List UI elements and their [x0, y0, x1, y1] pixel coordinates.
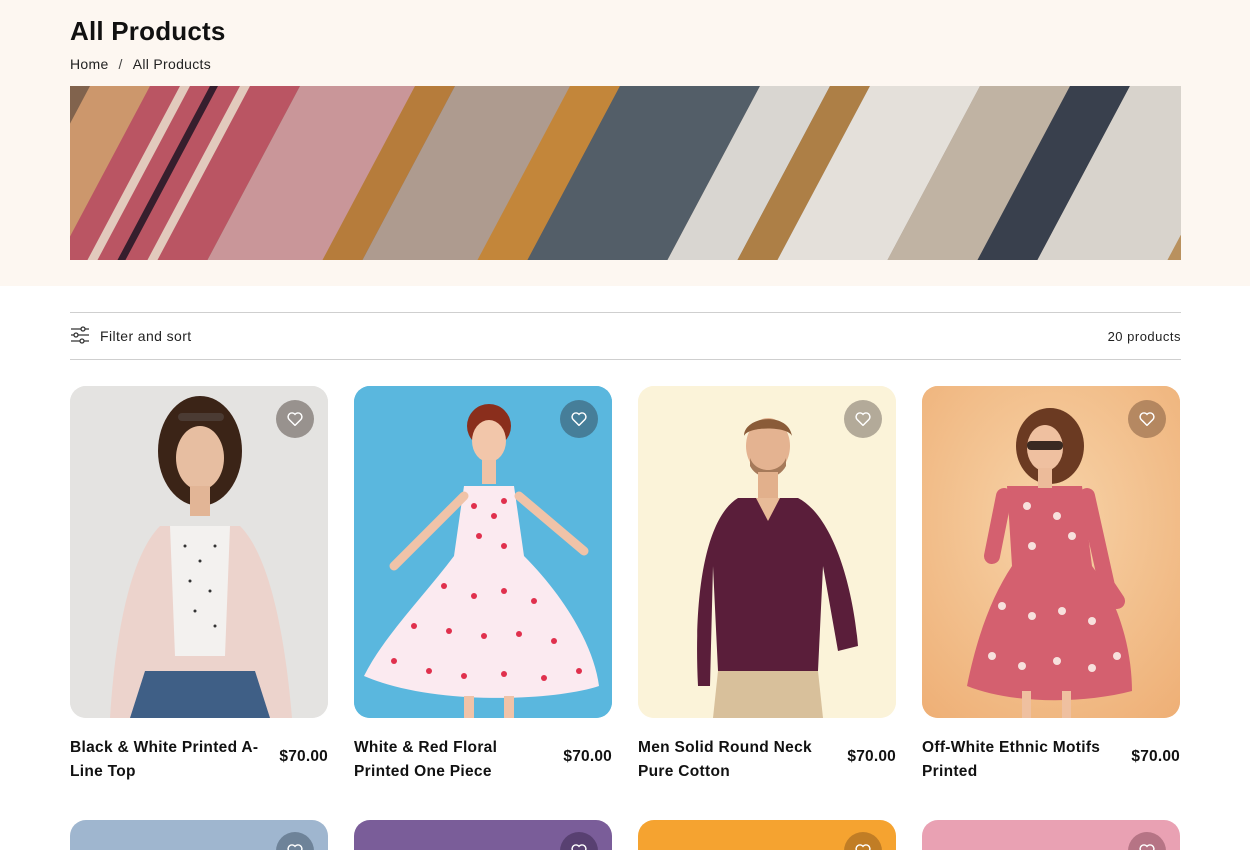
breadcrumb-home-link[interactable]: Home [70, 56, 109, 72]
product-name[interactable]: Off-White Ethnic Motifs Printed [922, 736, 1112, 784]
product-card[interactable]: Off-White Ethnic Motifs Printed $70.00 [922, 386, 1180, 784]
product-image[interactable] [70, 386, 328, 718]
wishlist-button[interactable] [1128, 400, 1166, 438]
product-image[interactable] [922, 386, 1180, 718]
heart-icon [855, 412, 871, 426]
heart-icon [571, 412, 587, 426]
breadcrumb-separator: / [118, 56, 123, 72]
heart-icon [287, 412, 303, 426]
wishlist-button[interactable] [560, 400, 598, 438]
collection-banner-image [70, 86, 1181, 260]
product-card[interactable]: Men Solid Round Neck Pure Cotton $70.00 [638, 386, 896, 784]
product-price: $70.00 [279, 748, 328, 765]
heart-icon [571, 844, 587, 850]
product-price: $70.00 [563, 748, 612, 765]
product-image[interactable] [70, 820, 328, 850]
product-name[interactable]: White & Red Floral Printed One Piece [354, 736, 544, 784]
heart-icon [287, 844, 303, 850]
filter-toolbar: Filter and sort 20 products [70, 312, 1181, 360]
page-header: All Products Home / All Products [0, 0, 1250, 286]
wishlist-button[interactable] [560, 832, 598, 850]
product-name[interactable]: Men Solid Round Neck Pure Cotton [638, 736, 828, 784]
product-image[interactable] [922, 820, 1180, 850]
page-title: All Products [70, 16, 226, 46]
product-price: $70.00 [847, 748, 896, 765]
product-card[interactable]: White & Red Floral Printed One Piece $70… [354, 386, 612, 784]
product-card[interactable] [638, 820, 896, 850]
wishlist-button[interactable] [1128, 832, 1166, 850]
product-image[interactable] [638, 820, 896, 850]
filter-and-sort-label: Filter and sort [100, 328, 192, 344]
heart-icon [855, 844, 871, 850]
product-card[interactable]: Black & White Printed A-Line Top $70.00 [70, 386, 328, 784]
product-image[interactable] [354, 386, 612, 718]
breadcrumb: Home / All Products [70, 56, 211, 72]
product-image[interactable] [638, 386, 896, 718]
product-card[interactable] [354, 820, 612, 850]
product-name[interactable]: Black & White Printed A-Line Top [70, 736, 260, 784]
product-card[interactable] [922, 820, 1180, 850]
wishlist-button[interactable] [276, 832, 314, 850]
sliders-icon [70, 325, 90, 347]
product-count: 20 products [1107, 328, 1181, 344]
product-price: $70.00 [1131, 748, 1180, 765]
filter-and-sort-button[interactable]: Filter and sort [70, 325, 192, 347]
product-image[interactable] [354, 820, 612, 850]
breadcrumb-current: All Products [132, 56, 212, 72]
heart-icon [1139, 412, 1155, 426]
product-card[interactable] [70, 820, 328, 850]
wishlist-button[interactable] [276, 400, 314, 438]
wishlist-button[interactable] [844, 400, 882, 438]
heart-icon [1139, 844, 1155, 850]
wishlist-button[interactable] [844, 832, 882, 850]
